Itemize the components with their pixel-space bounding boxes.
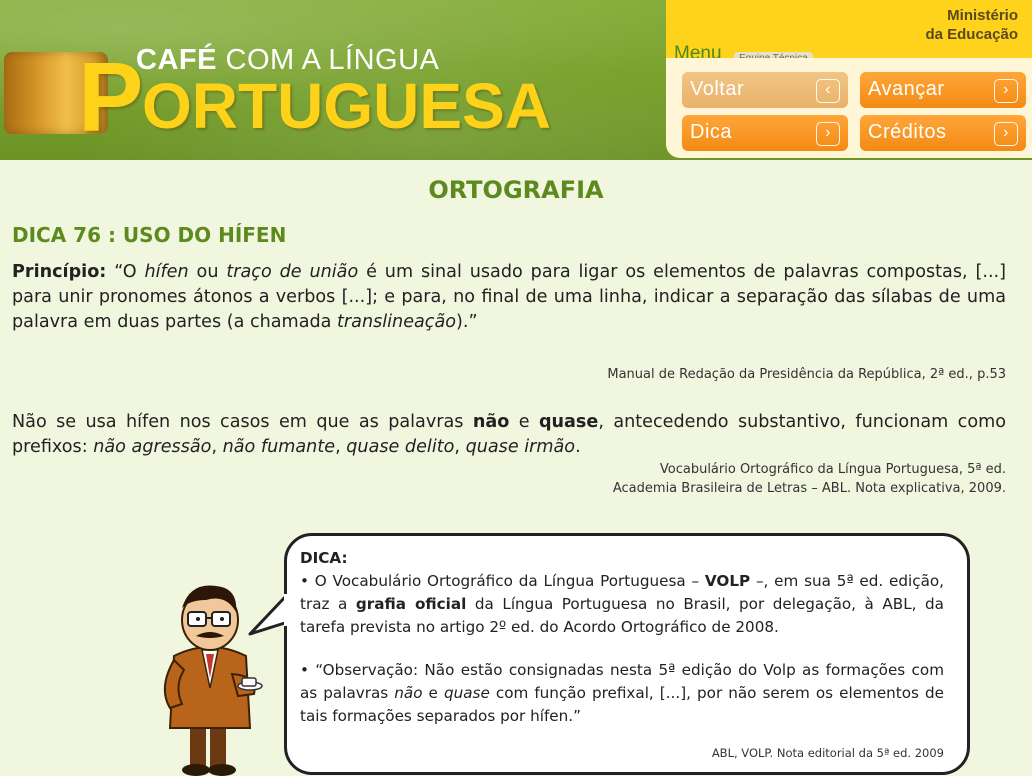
dica-button[interactable]: Dica ›	[682, 115, 848, 151]
text-run: e	[509, 412, 539, 432]
dica-title: DICA:	[300, 549, 348, 567]
text-run-italic: não fumante	[222, 437, 336, 457]
text-run-italic: traço de união	[226, 262, 359, 282]
voltar-button[interactable]: Voltar ‹	[682, 72, 848, 108]
text-run-italic: não agressão	[93, 437, 212, 457]
speech-bubble-tail-icon	[248, 594, 290, 636]
logo-portuguesa: ORTUGUESA	[142, 70, 551, 142]
text-run-italic: translineação	[337, 312, 457, 332]
menu-panel: Ministério da Educação Menu Equipe Técni…	[666, 0, 1032, 158]
avancar-label: Avançar	[868, 78, 945, 100]
dica-item-2: • “Observação: Não estão consignadas nes…	[300, 659, 944, 728]
text-run-bold: grafia oficial	[355, 595, 467, 613]
creditos-label: Créditos	[868, 121, 947, 143]
source-citation-2-line1: Vocabulário Ortográfico da Língua Portug…	[659, 462, 1006, 477]
avancar-button[interactable]: Avançar ›	[860, 72, 1026, 108]
text-run: ,	[454, 437, 466, 457]
text-run: ou	[188, 262, 227, 282]
text-run: • O Vocabulário Ortográfico da Língua Po…	[300, 572, 705, 590]
source-citation-2-line2: Academia Brasileira de Letras – ABL. Not…	[612, 481, 1006, 496]
source-citation-1: Manual de Redação da Presidência da Repú…	[607, 367, 1006, 382]
text-run: ).”	[456, 312, 478, 332]
hifen-rule-paragraph: Não se usa hífen nos casos em que as pal…	[12, 410, 1006, 460]
page-title: ORTOGRAFIA	[428, 176, 604, 204]
text-run: Não se usa hífen nos casos em que as pal…	[12, 412, 473, 432]
section-subtitle: DICA 76 : USO DO HÍFEN	[12, 223, 287, 247]
dica-content: DICA: • O Vocabulário Ortográfico da Lín…	[300, 547, 944, 728]
text-run: e	[422, 684, 444, 702]
dica-label: Dica	[690, 121, 733, 143]
text-run: .	[575, 437, 581, 457]
creditos-button[interactable]: Créditos ›	[860, 115, 1026, 151]
text-run-italic: quase	[443, 684, 490, 702]
chevron-right-icon: ›	[994, 79, 1018, 103]
text-run-italic: quase irmão	[465, 437, 576, 457]
text-run: ,	[335, 437, 347, 457]
menu-buttons-area: Voltar ‹ Avançar › Dica › Créditos ›	[666, 58, 1032, 158]
text-run-bold: VOLP	[704, 572, 751, 590]
text-run: ,	[211, 437, 223, 457]
text-run-italic: não	[394, 684, 423, 702]
chevron-right-icon: ›	[994, 122, 1018, 146]
ministerio-line2: da Educação	[925, 26, 1018, 43]
text-run-bold: não	[472, 412, 510, 432]
dica-item-1: • O Vocabulário Ortográfico da Língua Po…	[300, 570, 944, 639]
dica-source: ABL, VOLP. Nota editorial da 5ª ed. 2009	[711, 746, 944, 760]
chevron-left-icon: ‹	[816, 79, 840, 103]
text-run-bold: quase	[538, 412, 599, 432]
voltar-label: Voltar	[690, 78, 745, 100]
ministerio-label: Ministério da Educação	[818, 6, 1018, 44]
source-citation-2: Vocabulário Ortográfico da Língua Portug…	[613, 460, 1006, 498]
text-run-italic: hífen	[144, 262, 189, 282]
text-run-italic: quase delito	[346, 437, 455, 457]
logo-initial-p: P	[78, 42, 144, 152]
text-run: “O	[106, 262, 145, 282]
chevron-right-icon: ›	[816, 122, 840, 146]
ministerio-line1: Ministério	[947, 7, 1018, 24]
principio-paragraph: Princípio: “O hífen ou traço de união é …	[12, 260, 1006, 335]
principio-label: Princípio:	[12, 262, 107, 282]
